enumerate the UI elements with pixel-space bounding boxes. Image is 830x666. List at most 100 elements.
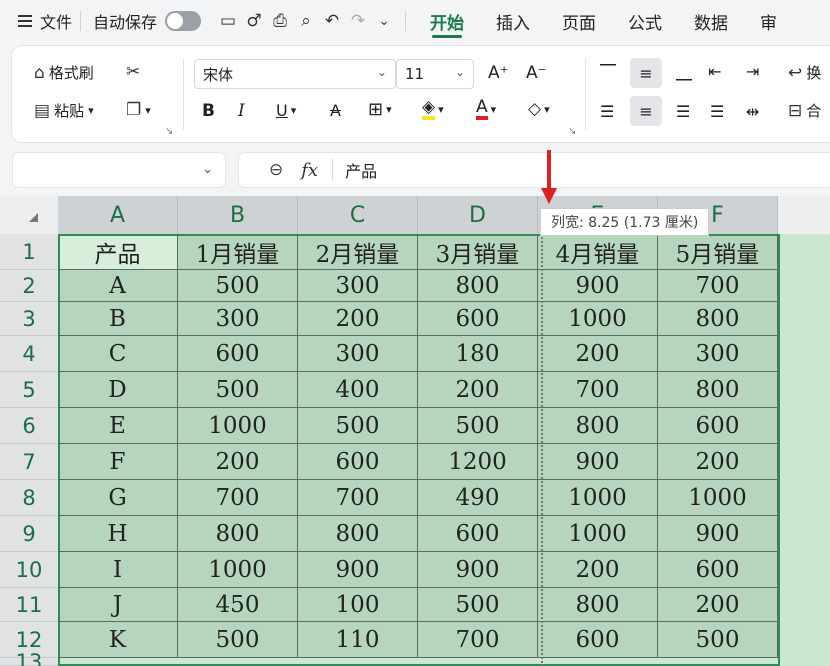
cell-a7[interactable]: F — [58, 444, 178, 480]
copy-button[interactable]: ❐ ▾ — [126, 100, 151, 120]
cell-e8[interactable]: 1000 — [538, 480, 658, 516]
row-header-3[interactable]: 3 — [0, 302, 58, 336]
row-header-1[interactable]: 1 — [0, 234, 58, 270]
cell-b7[interactable]: 200 — [178, 444, 298, 480]
cell-b4[interactable]: 600 — [178, 336, 298, 372]
distribute-button[interactable]: ⇹ — [746, 102, 759, 121]
underline-button[interactable]: U ▾ — [276, 101, 296, 120]
save-icon[interactable]: ▭ — [215, 11, 241, 31]
cell-b8[interactable]: 700 — [178, 480, 298, 516]
cell-d12[interactable]: 700 — [418, 622, 538, 658]
cell-e1[interactable]: 4月销量 — [538, 234, 658, 270]
strikethrough-button[interactable]: A — [330, 101, 341, 120]
spreadsheet-grid[interactable]: ABCDEF12345678910111213产品1月销量2月销量3月销量4月销… — [0, 196, 830, 666]
cell-a12[interactable]: K — [58, 622, 178, 658]
cell-f7[interactable]: 200 — [658, 444, 778, 480]
cell-f5[interactable]: 800 — [658, 372, 778, 408]
format-painter-button[interactable]: ⌂ 格式刷 — [34, 62, 94, 83]
cell-b6[interactable]: 1000 — [178, 408, 298, 444]
cell-e6[interactable]: 800 — [538, 408, 658, 444]
clipboard-expand-icon[interactable]: ↘ — [165, 126, 173, 137]
border-button[interactable]: ⊞ ▾ — [368, 99, 392, 120]
cell-b12[interactable]: 500 — [178, 622, 298, 658]
font-color-button[interactable]: A ▾ — [476, 98, 496, 120]
decrease-font-button[interactable]: A⁻ — [526, 63, 547, 83]
cell-d4[interactable]: 180 — [418, 336, 538, 372]
row-header-11[interactable]: 11 — [0, 588, 58, 622]
print-preview-icon[interactable]: ⌕ — [293, 11, 319, 31]
column-header-c[interactable]: C — [298, 196, 418, 234]
cell-a5[interactable]: D — [58, 372, 178, 408]
row-header-13[interactable]: 13 — [0, 650, 58, 666]
cell-c8[interactable]: 700 — [298, 480, 418, 516]
align-right-button[interactable]: ☰ — [676, 102, 690, 121]
clear-button[interactable]: ◇ ▾ — [528, 99, 550, 119]
cell-b3[interactable]: 300 — [178, 302, 298, 336]
autosave[interactable]: 自动保存 — [89, 0, 202, 42]
redo-icon[interactable]: ↷ — [345, 11, 371, 31]
cell-c5[interactable]: 400 — [298, 372, 418, 408]
cell-c1[interactable]: 2月销量 — [298, 234, 418, 270]
column-header-d[interactable]: D — [418, 196, 538, 234]
row-header-5[interactable]: 5 — [0, 372, 58, 408]
font-name-select[interactable]: 宋体 ⌄ — [194, 59, 396, 89]
chevron-down-icon[interactable]: ⌄ — [371, 14, 397, 29]
tab-review[interactable]: 审 — [744, 0, 793, 42]
formula-value[interactable]: 产品 — [345, 158, 377, 182]
cell-a9[interactable]: H — [58, 516, 178, 552]
print-icon[interactable]: ⎙ — [267, 11, 293, 31]
cell-f2[interactable]: 700 — [658, 270, 778, 302]
cell-e9[interactable]: 1000 — [538, 516, 658, 552]
cut-button[interactable]: ✂ — [126, 62, 144, 82]
tab-data[interactable]: 数据 — [678, 0, 744, 42]
cell-c10[interactable]: 900 — [298, 552, 418, 588]
cell-a10[interactable]: I — [58, 552, 178, 588]
align-middle-button[interactable]: ≡ — [630, 58, 662, 88]
increase-font-button[interactable]: A⁺ — [488, 63, 509, 83]
brush-icon[interactable]: ♂ — [241, 11, 267, 31]
cell-f9[interactable]: 900 — [658, 516, 778, 552]
cell-d9[interactable]: 600 — [418, 516, 538, 552]
cell-b2[interactable]: 500 — [178, 270, 298, 302]
cell-e2[interactable]: 900 — [538, 270, 658, 302]
undo-icon[interactable]: ↶ — [319, 11, 345, 31]
cell-a6[interactable]: E — [58, 408, 178, 444]
cell-d5[interactable]: 200 — [418, 372, 538, 408]
decrease-indent-button[interactable]: ⇤ — [708, 62, 721, 81]
align-left-button[interactable]: ☰ — [600, 102, 614, 121]
select-all-corner[interactable] — [0, 196, 58, 234]
cell-e12[interactable]: 600 — [538, 622, 658, 658]
file-menu[interactable]: 文件 — [0, 0, 72, 42]
row-header-8[interactable]: 8 — [0, 480, 58, 516]
cell-f4[interactable]: 300 — [658, 336, 778, 372]
italic-button[interactable]: I — [238, 101, 245, 121]
fx-button[interactable]: fx — [301, 160, 318, 181]
align-top-button[interactable]: ⎺ — [600, 62, 616, 82]
font-expand-icon[interactable]: ↘ — [568, 126, 576, 137]
cell-d7[interactable]: 1200 — [418, 444, 538, 480]
cell-c12[interactable]: 110 — [298, 622, 418, 658]
bold-button[interactable]: B — [202, 101, 215, 121]
tab-insert[interactable]: 插入 — [480, 0, 546, 42]
justify-button[interactable]: ☰ — [710, 102, 724, 121]
cell-e5[interactable]: 700 — [538, 372, 658, 408]
cell-d1[interactable]: 3月销量 — [418, 234, 538, 270]
row-header-10[interactable]: 10 — [0, 552, 58, 588]
cell-d6[interactable]: 500 — [418, 408, 538, 444]
tab-home[interactable]: 开始 — [414, 0, 480, 42]
name-box[interactable]: ⌄ — [12, 152, 226, 188]
zoom-icon[interactable]: ⊖ — [269, 160, 283, 180]
cell-b9[interactable]: 800 — [178, 516, 298, 552]
cell-d2[interactable]: 800 — [418, 270, 538, 302]
cell-e4[interactable]: 200 — [538, 336, 658, 372]
cell-e3[interactable]: 1000 — [538, 302, 658, 336]
cell-c4[interactable]: 300 — [298, 336, 418, 372]
cell-a1[interactable]: 产品 — [58, 234, 178, 270]
cell-f11[interactable]: 200 — [658, 588, 778, 622]
cell-d11[interactable]: 500 — [418, 588, 538, 622]
cell-f10[interactable]: 600 — [658, 552, 778, 588]
cell-d3[interactable]: 600 — [418, 302, 538, 336]
column-header-b[interactable]: B — [178, 196, 298, 234]
cell-e11[interactable]: 800 — [538, 588, 658, 622]
formula-bar[interactable]: ⊖ fx 产品 — [238, 152, 830, 188]
